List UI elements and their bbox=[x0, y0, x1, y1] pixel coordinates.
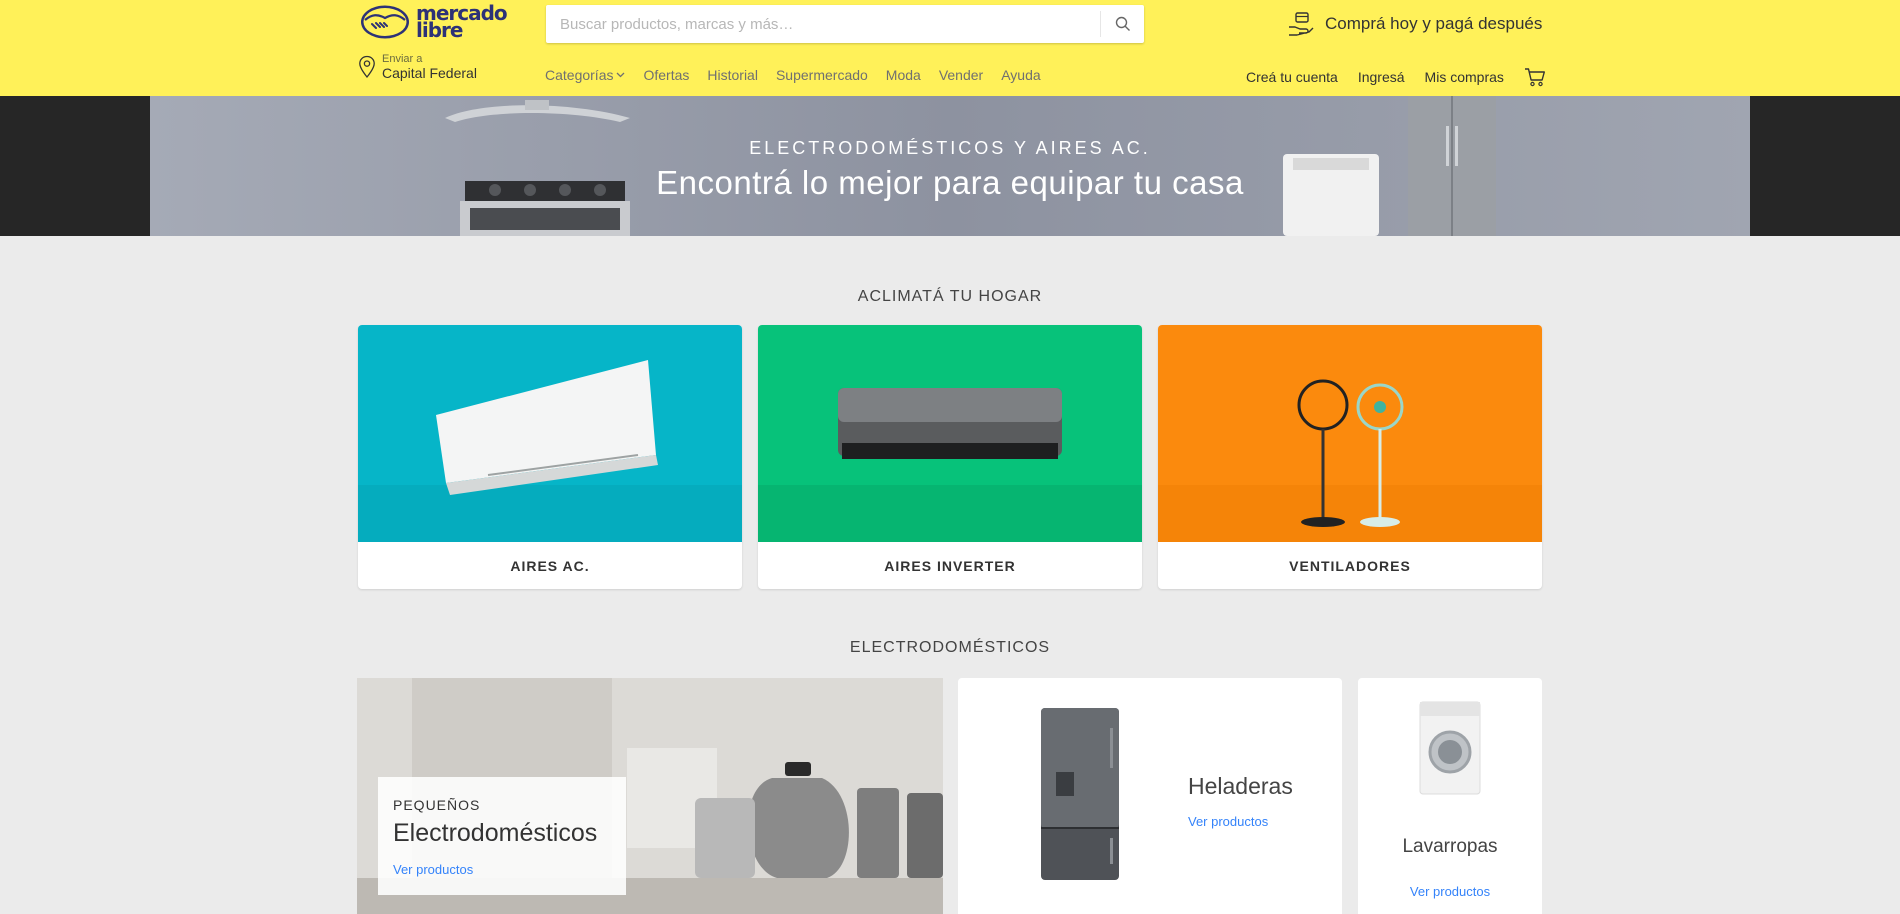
category-card-aires-inverter[interactable]: AIRES INVERTER bbox=[758, 325, 1142, 589]
user-nav: Creá tu cuenta Ingresá Mis compras bbox=[1246, 67, 1546, 87]
climate-section-title: ACLIMATÁ TU HOGAR bbox=[857, 288, 1043, 305]
see-products-link[interactable]: Ver productos bbox=[1188, 814, 1268, 829]
category-card-aires-ac[interactable]: AIRES AC. bbox=[358, 325, 742, 589]
small-appliances-overlay: PEQUEÑOS Electrodomésticos Ver productos bbox=[378, 777, 626, 895]
hand-card-icon bbox=[1289, 12, 1314, 36]
chevron-down-icon bbox=[617, 72, 625, 78]
appliances-section-title: ELECTRODOMÉSTICOS bbox=[849, 639, 1051, 656]
location-pin-icon bbox=[359, 55, 375, 79]
category-card-ventiladores[interactable]: VENTILADORES bbox=[1158, 325, 1542, 589]
card-title: Lavarropas bbox=[1402, 836, 1498, 857]
banner-title: Encontrá lo mejor para equipar tu casa bbox=[656, 164, 1244, 201]
header: mercado libre Comprá hoy y pagá después … bbox=[0, 0, 1900, 96]
washing-machines-card[interactable]: Lavarropas Ver productos bbox=[1358, 678, 1542, 914]
mercadolibre-logo[interactable]: mercado libre bbox=[360, 1, 508, 42]
refrigerators-card[interactable]: Heladeras Ver productos bbox=[958, 678, 1342, 914]
nav-vender[interactable]: Vender bbox=[939, 67, 983, 83]
main-nav: Categorías Ofertas Historial Supermercad… bbox=[545, 67, 1041, 83]
banner-subtitle: ELECTRODOMÉSTICOS Y AIRES AC. bbox=[749, 138, 1151, 158]
promo-link[interactable]: Comprá hoy y pagá después bbox=[1287, 11, 1542, 37]
card-title: Electrodomésticos bbox=[393, 819, 598, 847]
card-title: Heladeras bbox=[1188, 773, 1293, 799]
create-account-link[interactable]: Creá tu cuenta bbox=[1246, 69, 1338, 85]
nav-ayuda[interactable]: Ayuda bbox=[1001, 67, 1040, 83]
search-bar bbox=[546, 5, 1144, 43]
location-value: Capital Federal bbox=[382, 65, 477, 81]
fans-image bbox=[1158, 325, 1542, 542]
inverter-ac-image bbox=[758, 325, 1142, 542]
nav-historial[interactable]: Historial bbox=[707, 67, 758, 83]
logo-text: mercado libre bbox=[416, 1, 508, 42]
location-selector[interactable]: Enviar a Capital Federal bbox=[358, 53, 477, 81]
category-label: VENTILADORES bbox=[1289, 557, 1411, 574]
air-conditioner-image bbox=[358, 325, 742, 542]
category-label: AIRES AC. bbox=[510, 557, 590, 574]
search-icon bbox=[1115, 16, 1130, 31]
hero-banner[interactable]: ELECTRODOMÉSTICOS Y AIRES AC. Encontrá l… bbox=[150, 96, 1750, 236]
location-label: Enviar a bbox=[382, 53, 423, 65]
nav-ofertas[interactable]: Ofertas bbox=[643, 67, 689, 83]
washing-machine-image bbox=[1419, 701, 1481, 795]
nav-categorias[interactable]: Categorías bbox=[545, 67, 625, 83]
see-products-link[interactable]: Ver productos bbox=[1358, 884, 1542, 899]
my-purchases-link[interactable]: Mis compras bbox=[1425, 69, 1504, 85]
nav-supermercado[interactable]: Supermercado bbox=[776, 67, 868, 83]
cart-icon[interactable] bbox=[1524, 67, 1546, 87]
login-link[interactable]: Ingresá bbox=[1358, 69, 1405, 85]
refrigerator-image bbox=[1041, 708, 1119, 880]
nav-moda[interactable]: Moda bbox=[886, 67, 921, 83]
card-pretitle: PEQUEÑOS bbox=[393, 797, 481, 813]
promo-text: Comprá hoy y pagá después bbox=[1325, 14, 1543, 33]
mercadolibre-handshake-logo bbox=[361, 5, 409, 39]
small-appliances-card[interactable]: PEQUEÑOS Electrodomésticos Ver productos bbox=[357, 678, 943, 914]
search-button[interactable] bbox=[1100, 11, 1144, 37]
see-products-link[interactable]: Ver productos bbox=[393, 862, 611, 877]
search-input[interactable] bbox=[546, 5, 1100, 43]
category-label: AIRES INVERTER bbox=[884, 557, 1016, 574]
